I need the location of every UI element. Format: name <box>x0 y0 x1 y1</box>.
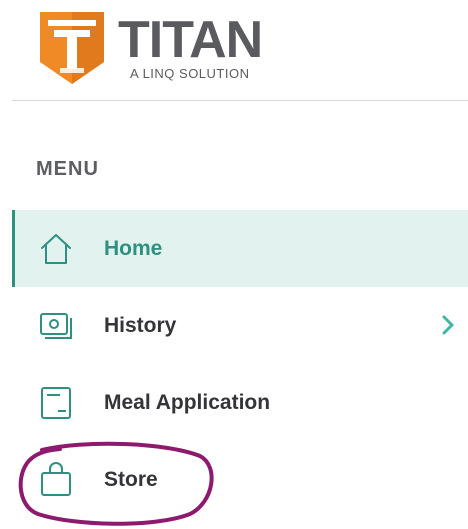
shopping-bag-icon <box>38 462 74 498</box>
menu-item-label: History <box>104 313 177 337</box>
menu-item-meal-application[interactable]: Meal Application <box>12 364 468 441</box>
menu-list: Home History Meal Application Store <box>12 210 468 518</box>
titan-shield-icon <box>40 12 104 84</box>
form-icon <box>38 385 74 421</box>
menu-heading: MENU <box>36 158 99 180</box>
menu-item-store[interactable]: Store <box>12 441 468 518</box>
menu-item-label: Store <box>104 467 158 491</box>
header-divider <box>12 100 468 101</box>
brand-name: TITAN <box>118 11 263 69</box>
chevron-right-icon[interactable] <box>440 314 456 336</box>
home-icon <box>38 231 74 267</box>
titan-logo[interactable]: TITAN A LINQ SOLUTION <box>38 10 278 86</box>
menu-item-label: Home <box>104 236 163 260</box>
menu-item-label: Meal Application <box>104 390 271 414</box>
brand-tagline: A LINQ SOLUTION <box>130 66 250 81</box>
menu-item-history[interactable]: History <box>12 287 468 364</box>
receipt-icon <box>38 308 74 344</box>
menu-item-home[interactable]: Home <box>12 210 468 287</box>
